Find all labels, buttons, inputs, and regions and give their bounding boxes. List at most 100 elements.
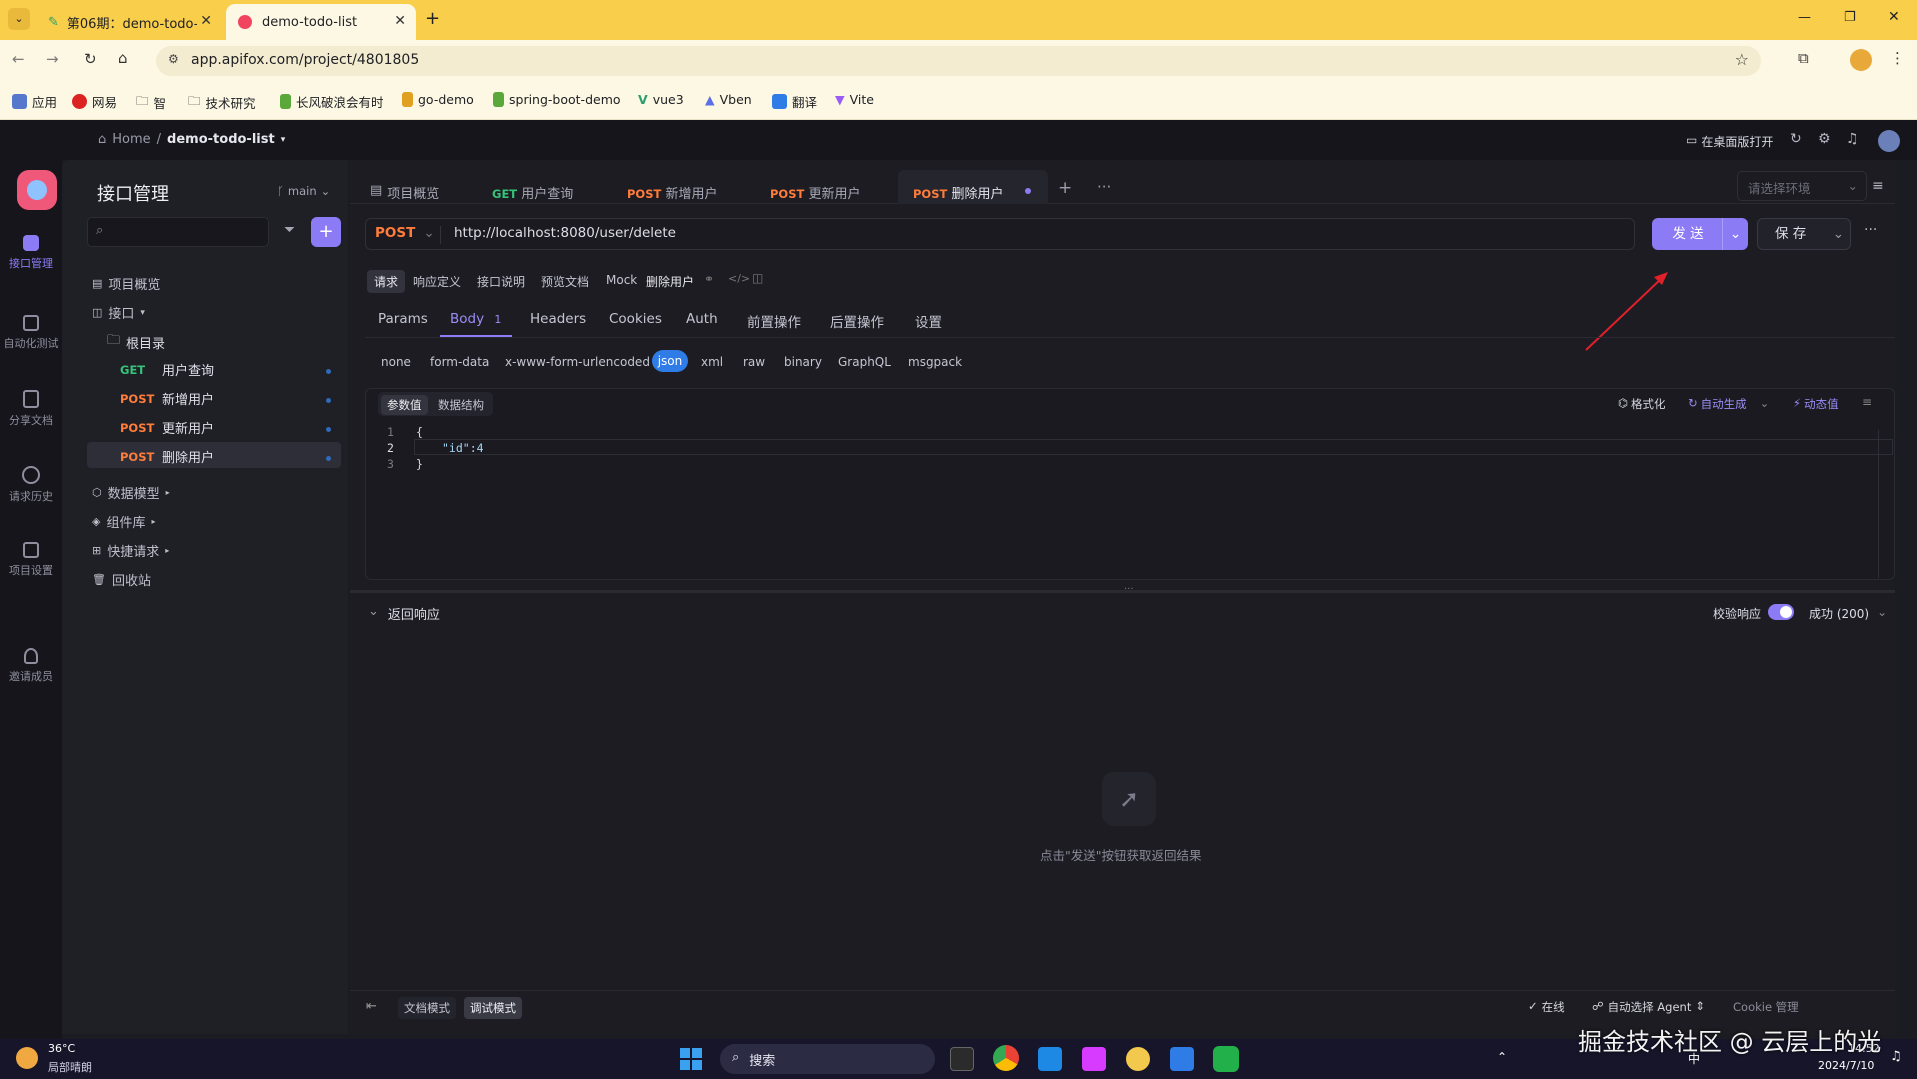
tab-overview[interactable]: ▤ 项目概览	[370, 183, 439, 202]
chrome-menu-icon[interactable]: ⋮	[1890, 49, 1905, 67]
save-button[interactable]: 保 存 ⌄	[1757, 218, 1851, 250]
bookmark-apps[interactable]: 应用	[12, 92, 57, 111]
body-type-xml[interactable]: xml	[701, 355, 723, 369]
response-header[interactable]: ⌄ 返回响应	[368, 604, 440, 623]
new-tab-button[interactable]: +	[425, 8, 440, 29]
bookmark-star-icon[interactable]: ☆	[1735, 50, 1749, 69]
json-editor[interactable]	[365, 388, 1895, 580]
rail-item-automation[interactable]: 自动化测试	[0, 315, 62, 351]
debug-mode-button[interactable]: 调试模式	[464, 997, 522, 1019]
tab-headers[interactable]: Headers	[530, 311, 586, 327]
vscode-app-icon[interactable]	[1038, 1047, 1062, 1071]
tab-auth[interactable]: Auth	[686, 311, 718, 327]
bookmark-spring-boot-demo[interactable]: spring-boot-demo	[493, 92, 621, 107]
chrome-app-icon[interactable]	[993, 1045, 1019, 1071]
more-actions-icon[interactable]: ···	[1864, 222, 1877, 238]
code-line[interactable]: "id":4	[442, 441, 484, 455]
extensions-icon[interactable]: ⧉	[1798, 49, 1809, 67]
intellij-app-icon[interactable]	[1082, 1047, 1106, 1071]
body-type-json[interactable]: json	[652, 350, 688, 372]
rail-item-invite[interactable]: 邀请成员	[0, 648, 62, 684]
editor-tab-values[interactable]: 参数值	[381, 395, 428, 415]
user-avatar[interactable]	[1878, 130, 1900, 152]
bell-icon[interactable]: ♫	[1846, 131, 1859, 147]
open-desktop-link[interactable]: ▭ 在桌面版打开	[1686, 133, 1773, 150]
browser-tab-apifox[interactable]: demo-todo-list ✕	[226, 4, 416, 40]
terminal-app-icon[interactable]	[950, 1047, 974, 1071]
code-icon[interactable]: </>	[728, 272, 750, 285]
body-type-none[interactable]: none	[381, 355, 411, 369]
tab-post-processors[interactable]: 后置操作	[830, 311, 884, 331]
add-tab-icon[interactable]: +	[1058, 178, 1072, 198]
mode-response-definition[interactable]: 响应定义	[413, 273, 461, 290]
mode-interface-description[interactable]: 接口说明	[477, 273, 525, 290]
restore-button[interactable]: ❐	[1844, 10, 1856, 25]
tab-api-update-user[interactable]: POST 更新用户	[770, 183, 861, 202]
bookmark-changfeng[interactable]: 长风破浪会有时	[280, 92, 384, 111]
url-input[interactable]: http://localhost:8080/user/delete	[454, 225, 676, 241]
navicat-app-icon[interactable]	[1126, 1047, 1150, 1071]
sidebar-item-data-model[interactable]: ⬡ 数据模型 ▸	[92, 483, 170, 502]
breadcrumb-home[interactable]: Home	[112, 132, 150, 147]
bookmark-vue3[interactable]: Vvue3	[638, 92, 684, 107]
tab-settings[interactable]: 设置	[915, 311, 942, 331]
bookmark-go-demo[interactable]: go-demo	[402, 92, 474, 107]
panel-icon[interactable]: ◫	[752, 271, 763, 285]
tab-pre-processors[interactable]: 前置操作	[747, 311, 801, 331]
breadcrumb-project[interactable]: demo-todo-list	[167, 132, 275, 147]
api-name[interactable]: 删除用户	[646, 273, 694, 290]
tab-body[interactable]: Body 1	[450, 311, 501, 327]
editor-scrollbar[interactable]	[1878, 430, 1892, 578]
body-type-msgpack[interactable]: msgpack	[908, 355, 962, 369]
window-close-button[interactable]: ✕	[1888, 9, 1900, 25]
menu-icon[interactable]: ≡	[1872, 178, 1884, 194]
body-type-graphql[interactable]: GraphQL	[838, 355, 891, 369]
home-icon[interactable]: ⌂	[118, 49, 128, 67]
mode-preview-doc[interactable]: 预览文档	[541, 273, 589, 290]
forward-icon[interactable]: →	[46, 50, 59, 68]
tab-api-delete-user[interactable]: POST 删除用户	[913, 183, 1004, 202]
caret-down-icon[interactable]: ▾	[281, 135, 286, 145]
send-button[interactable]: 发 送 ⌄	[1652, 218, 1748, 250]
bookmark-folder-tech[interactable]: 🗀 技术研究	[188, 92, 256, 113]
bookmark-vite[interactable]: ▼ Vite	[835, 92, 874, 107]
chevron-down-icon[interactable]: ⌄	[1833, 219, 1844, 249]
notification-bell-icon[interactable]: ♫	[1890, 1049, 1902, 1064]
minimize-button[interactable]: —	[1798, 10, 1811, 25]
tab-params[interactable]: Params	[378, 311, 428, 327]
bookmark-vben[interactable]: ▲ Vben	[705, 92, 752, 107]
weather-temp[interactable]: 36°C	[48, 1042, 75, 1055]
sidebar-api-item[interactable]: POST 新增用户	[120, 389, 342, 409]
feishu-app-icon[interactable]	[1170, 1047, 1194, 1071]
body-type-raw[interactable]: raw	[743, 355, 765, 369]
close-icon[interactable]: ✕	[200, 13, 212, 29]
add-button[interactable]: +	[311, 217, 341, 247]
rail-item-api-management[interactable]: 接口管理	[0, 235, 62, 271]
site-info-icon[interactable]: ⚙	[168, 52, 179, 66]
mode-mock[interactable]: Mock	[606, 273, 637, 287]
response-status-select[interactable]: 成功 (200) ⌄	[1809, 605, 1887, 622]
profile-avatar[interactable]	[1850, 49, 1872, 71]
sidebar-item-recycle[interactable]: 🗑 回收站	[92, 570, 151, 589]
doc-mode-button[interactable]: 文档模式	[398, 997, 456, 1019]
wechat-app-icon[interactable]	[1213, 1046, 1239, 1072]
code-line[interactable]: {	[416, 425, 423, 439]
body-type-form-data[interactable]: form-data	[430, 355, 489, 369]
branch-select[interactable]: ᚴ main ⌄	[277, 184, 330, 198]
tab-api-add-user[interactable]: POST 新增用户	[627, 183, 718, 202]
back-icon[interactable]: ←	[12, 50, 25, 68]
agent-select[interactable]: ☍ 自动选择 Agent ⇕	[1592, 999, 1705, 1015]
sidebar-api-item[interactable]: GET 用户查询	[120, 360, 342, 380]
sidebar-item-quick-request[interactable]: ⊞ 快捷请求 ▸	[92, 541, 169, 560]
address-bar[interactable]: ⚙ app.apifox.com/project/4801805 ☆	[156, 46, 1761, 76]
auto-generate-button[interactable]: ↻ 自动生成 ⌄	[1688, 396, 1769, 412]
close-icon[interactable]: ✕	[394, 13, 406, 29]
sync-icon[interactable]: ↻	[1790, 131, 1802, 147]
rail-item-share-docs[interactable]: 分享文档	[0, 390, 62, 428]
mode-request[interactable]: 请求	[367, 270, 406, 293]
browser-tab-article[interactable]: ✎ 第06期：demo-todo-list 实现 ✕	[36, 4, 222, 40]
wrap-icon[interactable]: ≡	[1862, 395, 1872, 409]
validate-toggle[interactable]	[1768, 604, 1794, 620]
environment-select[interactable]: 请选择环境 ⌄	[1737, 171, 1867, 201]
tray-chevron-icon[interactable]: ⌃	[1497, 1050, 1507, 1064]
